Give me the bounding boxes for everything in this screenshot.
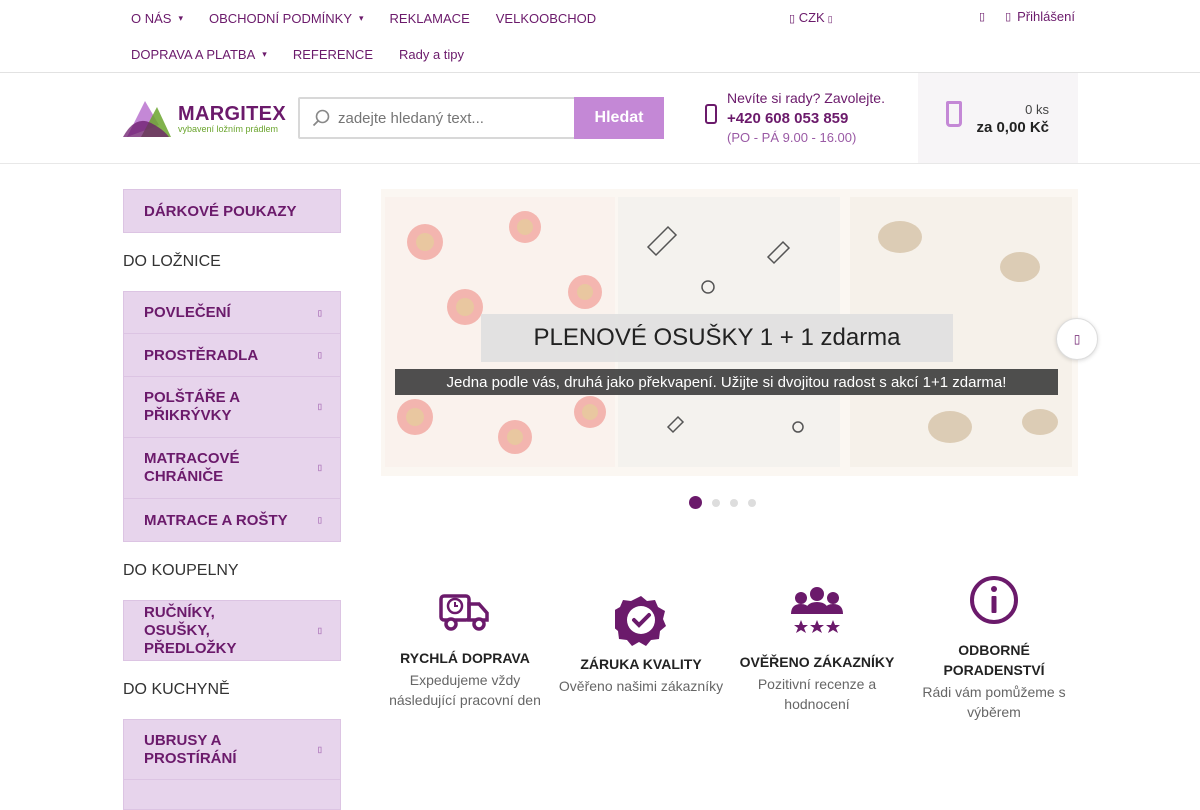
customers-rating-icon (791, 587, 843, 633)
logo-mark-icon (123, 101, 171, 137)
chevron-right-icon: ▯ (317, 515, 322, 525)
chevron-right-icon: ▯ (317, 402, 322, 411)
carousel-dot-1[interactable] (689, 496, 702, 509)
sidebar-item-label: DÁRKOVÉ POUKAZY (144, 202, 297, 220)
sidebar-item-label: POVLEČENÍ (144, 304, 231, 321)
delivery-truck-icon (439, 594, 489, 631)
cart-quantity: 0 ks (1025, 102, 1049, 117)
chevron-right-icon: ▯ (317, 463, 322, 472)
nav-o-nas[interactable]: O NÁS (131, 11, 183, 26)
promo-banner[interactable]: PLENOVÉ OSUŠKY 1 + 1 zdarma Jedna podle … (381, 189, 1078, 476)
chevron-right-icon: ▯ (317, 308, 322, 317)
site-logo[interactable]: MARGITEX vybavení ložním prádlem (123, 97, 286, 141)
cart-total: za 0,00 Kč (976, 119, 1049, 136)
chevron-down-icon: ▯ (827, 14, 833, 24)
sidebar-item-label: MATRACOVÉ CHRÁNIČE (144, 450, 240, 485)
feature-description: Rádi vám pomůžeme s výběrem (922, 684, 1066, 720)
currency-value: CZK (798, 10, 825, 25)
search-form: Hledat (298, 97, 664, 139)
search-toggle-icon[interactable]: ▯ (979, 10, 985, 23)
feature-description: Ověřeno našimi zákazníky (558, 678, 724, 694)
feature-title: ZÁRUKA KVALITY (580, 656, 702, 672)
carousel-dots (689, 496, 756, 509)
currency-selector[interactable]: ▯ CZK ▯ (789, 10, 833, 25)
feature-fast-delivery: RYCHLÁ DOPRAVA Expedujeme vždy následují… (380, 588, 550, 710)
sidebar-heading-bedroom: DO LOŽNICE (123, 253, 221, 270)
logo-tagline: vybavení ložním prádlem (178, 124, 279, 134)
contact-question: Nevíte si rady? Zavolejte. (727, 90, 885, 106)
currency-icon: ▯ (789, 13, 796, 25)
chevron-right-icon: ▯ (317, 350, 322, 360)
category-sidebar: DÁRKOVÉ POUKAZY DO LOŽNICE POVLEČENÍ ▯ PR… (123, 189, 341, 810)
sidebar-item-label: MATRACE A ROŠTY (144, 511, 288, 529)
sidebar-item-label: PROSTĚRADLA (144, 346, 259, 364)
nav-doprava-a-platba[interactable]: DOPRAVA A PLATBA (131, 47, 267, 62)
sidebar-item-ubrusy[interactable]: UBRUSY A PROSTÍRÁNÍ ▯ (123, 719, 341, 780)
sidebar-item-povleceni[interactable]: POVLEČENÍ ▯ (123, 291, 341, 334)
top-bar: O NÁS OBCHODNÍ PODMÍNKY REKLAMACE VELKOO… (0, 0, 1200, 73)
login-label: Přihlášení (1017, 9, 1075, 24)
logo-name: MARGITEX (178, 103, 286, 125)
search-icon (312, 109, 330, 127)
site-header: MARGITEX vybavení ložním prádlem Hledat … (0, 73, 1200, 164)
feature-description: Expedujeme vždy následující pracovní den (389, 672, 541, 708)
feature-advice: ODBORNÉ PORADENSTVÍ Rádi vám pomůžeme s … (909, 574, 1079, 722)
chevron-right-icon: ▯ (1073, 332, 1081, 346)
cart-widget[interactable]: 0 ks za 0,00 Kč (918, 73, 1078, 163)
sidebar-item-label: POLŠTÁŘE A PŘIKRÝVKY (144, 389, 240, 424)
nav-reference[interactable]: REFERENCE (293, 47, 373, 62)
sidebar-item-polstare[interactable]: POLŠTÁŘE A PŘIKRÝVKY ▯ (123, 377, 341, 438)
shopping-bag-icon (946, 101, 962, 127)
sidebar-heading-bathroom: DO KOUPELNY (123, 562, 239, 579)
sidebar-item-label: UBRUSY A PROSTÍRÁNÍ (144, 731, 237, 767)
sidebar-item-next[interactable] (123, 780, 341, 810)
feature-title: ODBORNÉ PORADENSTVÍ (943, 642, 1045, 678)
feature-title: RYCHLÁ DOPRAVA (400, 650, 530, 666)
feature-quality: ZÁRUKA KVALITY Ověřeno našimi zákazníky (556, 594, 726, 696)
chevron-right-icon: ▯ (317, 625, 322, 635)
contact-phone[interactable]: +420 608 053 859 (727, 110, 848, 127)
nav-rady-a-tipy[interactable]: Rady a tipy (399, 47, 464, 62)
contact-hours: (PO - PÁ 9.00 - 16.00) (727, 130, 857, 145)
banner-title: PLENOVÉ OSUŠKY 1 + 1 zdarma (481, 314, 953, 362)
carousel-dot-4[interactable] (748, 498, 756, 507)
sidebar-heading-kitchen: DO KUCHYNĚ (123, 681, 230, 698)
sidebar-item-gift-vouchers[interactable]: DÁRKOVÉ POUKAZY (123, 189, 341, 233)
banner-subtitle: Jedna podle vás, druhá jako překvapení. … (395, 369, 1058, 395)
user-icon: ▯ (1005, 11, 1012, 23)
search-button[interactable]: Hledat (574, 97, 664, 139)
carousel-dot-3[interactable] (730, 498, 738, 507)
nav-obchodni-podminky[interactable]: OBCHODNÍ PODMÍNKY (209, 11, 364, 26)
search-input[interactable] (300, 99, 574, 137)
chevron-right-icon: ▯ (317, 744, 322, 754)
nav-velkoobchod[interactable]: VELKOOBCHOD (496, 11, 596, 26)
feature-verified: OVĚŘENO ZÁKAZNÍKY Pozitivní recenze a ho… (732, 586, 902, 714)
sidebar-item-matracove-chranice[interactable]: MATRACOVÉ CHRÁNIČE ▯ (123, 438, 341, 499)
nav-reklamace[interactable]: REKLAMACE (390, 11, 470, 26)
login-link[interactable]: ▯ ▯ Přihlášení (979, 9, 1075, 24)
feature-description: Pozitivní recenze a hodnocení (757, 676, 877, 712)
sidebar-item-prosteradla[interactable]: PROSTĚRADLA ▯ (123, 334, 341, 377)
top-navigation: O NÁS OBCHODNÍ PODMÍNKY REKLAMACE VELKOO… (131, 0, 691, 72)
feature-title: OVĚŘENO ZÁKAZNÍKY (739, 654, 895, 670)
info-icon (970, 576, 1018, 624)
carousel-dot-2[interactable] (712, 498, 720, 507)
phone-icon (705, 104, 717, 124)
quality-check-icon (615, 596, 666, 646)
sidebar-item-matrace[interactable]: MATRACE A ROŠTY ▯ (123, 499, 341, 542)
carousel-next-button[interactable]: ▯ (1056, 318, 1098, 360)
sidebar-item-rucniky[interactable]: RUČNÍKY, OSUŠKY, PŘEDLOŽKY ▯ (123, 600, 341, 661)
sidebar-item-label: RUČNÍKY, OSUŠKY, PŘEDLOŽKY (144, 603, 237, 657)
